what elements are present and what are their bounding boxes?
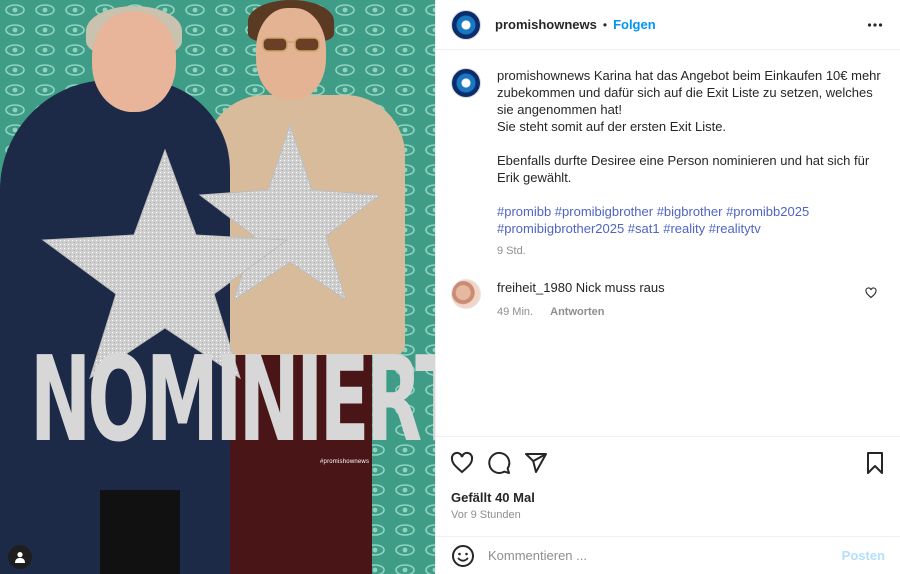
comment-input[interactable] [488,548,828,563]
comment-item: freiheit_1980 Nick muss raus 49 Min. Ant… [451,279,891,321]
post-timestamp[interactable]: Vor 9 Stunden [451,509,521,521]
commenter-avatar[interactable] [451,279,481,309]
comments-section[interactable]: promishownews Karina hat das Angebot bei… [436,51,900,436]
share-icon [525,453,547,473]
follow-button[interactable]: Folgen [613,17,656,32]
action-icons [450,451,548,475]
comment-text: Nick muss raus [575,280,665,295]
nominiert-overlay-text: NOMINIERT [30,330,435,468]
comment-icon [488,452,511,474]
likes-count[interactable]: Gefällt 40 Mal [451,490,535,505]
author-username[interactable]: promishownews [495,17,597,32]
post-actions: Gefällt 40 Mal Vor 9 Stunden [436,436,900,536]
person-icon [15,552,25,563]
reply-button[interactable]: Antworten [550,306,604,318]
post-caption: promishownews Karina hat das Angebot bei… [451,67,891,260]
more-horizontal-icon[interactable] [867,17,883,33]
heart-icon [450,451,474,474]
post-header: promishownews • Folgen [436,0,900,50]
caption-timestamp[interactable]: 9 Std. [497,243,887,260]
like-button[interactable] [450,451,474,475]
bookmark-icon[interactable] [863,451,887,475]
tagged-users-button[interactable] [8,545,32,569]
image-watermark: #promishownews [320,459,370,465]
caption-text-line-2: Sie steht somit auf der ersten Exit List… [497,119,727,134]
caption-text-line-3: Ebenfalls durfte Desiree eine Person nom… [497,153,870,185]
comment-button[interactable] [487,451,511,475]
caption-username[interactable]: promishownews [497,68,590,83]
separator-dot: • [602,17,608,32]
comment-meta: 49 Min. Antworten [497,304,857,321]
post-comment-button[interactable]: Posten [842,548,885,563]
comment-like-heart-icon[interactable] [865,287,877,299]
share-button[interactable] [524,451,548,475]
comment-timestamp[interactable]: 49 Min. [497,306,533,318]
caption-body: promishownews Karina hat das Angebot bei… [497,67,887,260]
glitter-stars [41,123,382,380]
add-comment-bar: Posten [436,536,900,574]
caption-avatar[interactable] [451,68,481,98]
commenter-username[interactable]: freiheit_1980 [497,280,572,295]
caption-hashtags[interactable]: #promibb #promibigbrother #bigbrother #p… [497,203,887,237]
post-side-panel: promishownews • Folgen promishownews Kar… [435,0,900,574]
author-avatar[interactable] [451,9,481,40]
comment-body: freiheit_1980 Nick muss raus 49 Min. Ant… [497,279,857,321]
emoji-icon[interactable] [451,544,475,568]
post-image[interactable]: NOMINIERT #promishownews [0,0,435,574]
